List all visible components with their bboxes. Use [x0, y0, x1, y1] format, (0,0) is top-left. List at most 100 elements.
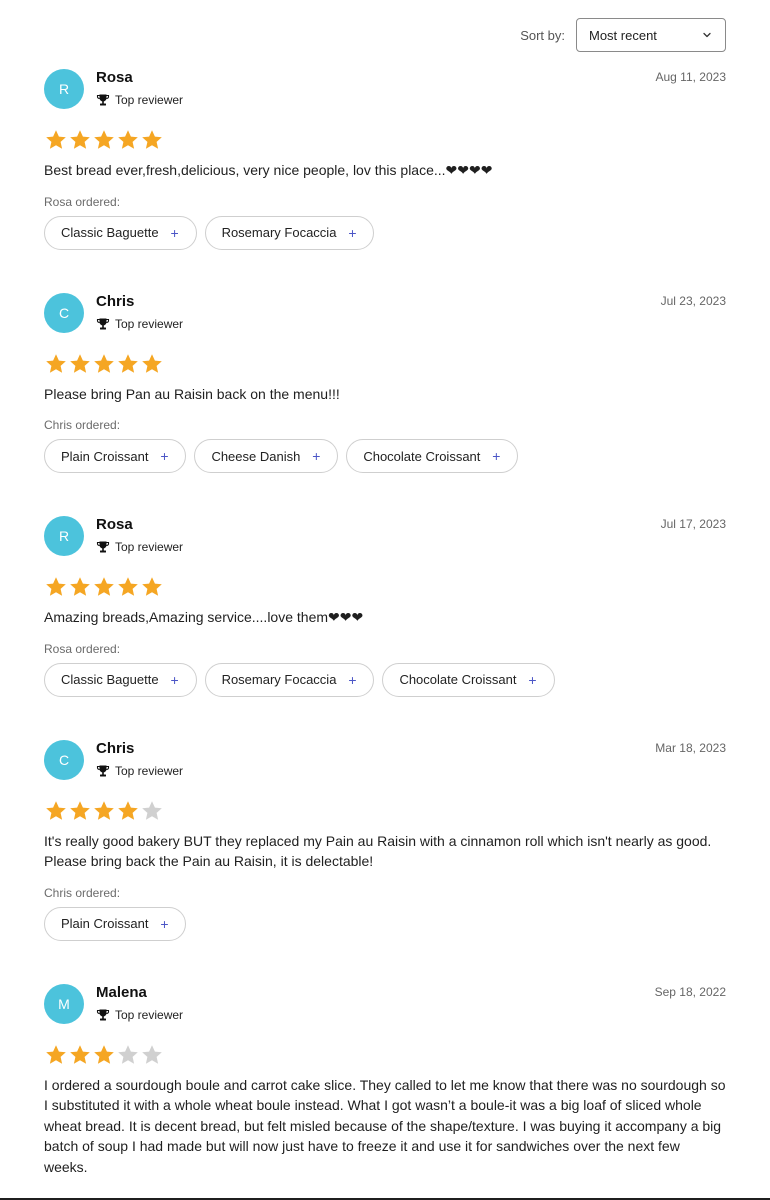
- review-text: Amazing breads,Amazing service....love t…: [44, 609, 364, 625]
- star-filled-icon: [118, 353, 138, 373]
- review-text: I ordered a sourdough boule and carrot c…: [44, 1076, 726, 1175]
- badge-label: Top reviewer: [115, 316, 184, 331]
- review-date: Sep 18, 2022: [654, 984, 726, 999]
- review-card: R Rosa Top reviewer Aug 11, 2023 Best bread …: [44, 60, 726, 250]
- review-header: R Rosa Top reviewer: [44, 507, 726, 569]
- ordered-label: Rosa ordered:: [44, 641, 121, 656]
- star-filled-icon: [94, 353, 114, 373]
- star-empty-icon: [142, 1044, 162, 1064]
- star-filled-icon: [70, 130, 90, 149]
- review-date: Aug 11, 2023: [655, 70, 726, 84]
- star-filled-icon: [142, 130, 162, 149]
- author-block: Chris Top reviewer: [96, 293, 183, 331]
- chevron-down-icon: [702, 30, 712, 40]
- item-name: Plain Croissant: [61, 448, 149, 464]
- ordered-item-chip[interactable]: Chocolate Croissant +: [346, 439, 519, 473]
- review-date: Jul 23, 2023: [660, 293, 726, 308]
- avatar: C: [44, 292, 84, 333]
- star-filled-icon: [94, 1044, 114, 1064]
- review-card: R Rosa Top reviewer Jul 17, 2023 Amazing bre…: [44, 507, 726, 697]
- review-header: C Chris Top reviewer: [44, 284, 726, 346]
- ordered-items: Classic Baguette + Rosemary Focaccia +: [44, 215, 726, 250]
- ordered-item-chip[interactable]: Rosemary Focaccia +: [204, 662, 375, 697]
- review-date: Mar 18, 2023: [655, 740, 726, 755]
- plus-icon: +: [492, 448, 501, 464]
- author-name: Chris: [96, 292, 135, 310]
- ordered-item-chip[interactable]: Classic Baguette +: [44, 215, 197, 250]
- top-reviewer-badge: Top reviewer: [96, 93, 183, 107]
- star-rating: [44, 573, 726, 601]
- review-card: M Malena Top reviewer Sep 18, 2022 I ordered…: [44, 975, 726, 1178]
- review-text: It's really good bakery BUT they replace…: [44, 832, 712, 870]
- star-filled-icon: [70, 800, 90, 820]
- star-rating: [44, 1041, 726, 1069]
- author-name: Rosa: [96, 69, 133, 86]
- star-empty-icon: [142, 800, 162, 820]
- star-filled-icon: [94, 130, 114, 149]
- ordered-item-chip[interactable]: Rosemary Focaccia +: [204, 215, 375, 250]
- star-filled-icon: [94, 577, 114, 596]
- sort-selected-value: Most recent: [589, 27, 657, 43]
- review-date: Jul 17, 2023: [660, 517, 726, 531]
- star-filled-icon: [46, 577, 66, 596]
- star-empty-icon: [118, 1044, 138, 1064]
- trophy-icon: [96, 317, 110, 331]
- star-rating: [44, 350, 726, 378]
- plus-icon: +: [170, 671, 179, 688]
- sort-dropdown[interactable]: Most recent: [576, 18, 726, 52]
- star-filled-icon: [46, 1044, 66, 1064]
- review-header: C Chris Top reviewer: [44, 731, 726, 793]
- ordered-label: Rosa ordered:: [44, 194, 121, 209]
- avatar: R: [44, 69, 84, 109]
- star-filled-icon: [70, 577, 90, 596]
- trophy-icon: [96, 540, 110, 554]
- ordered-item-chip[interactable]: Classic Baguette +: [44, 662, 197, 697]
- ordered-items: Plain Croissant + Cheese Danish + Chocolate …: [44, 439, 726, 473]
- review-card: C Chris Top reviewer Jul 23, 2023 Please bri…: [44, 284, 726, 473]
- badge-label: Top reviewer: [115, 1007, 184, 1022]
- author-block: Chris Top reviewer: [96, 740, 183, 778]
- review-text: Best bread ever,fresh,delicious, very ni…: [44, 162, 493, 178]
- top-reviewer-badge: Top reviewer: [96, 764, 183, 778]
- author-block: Rosa Top reviewer: [96, 516, 183, 554]
- ordered-item-chip[interactable]: Plain Croissant +: [44, 439, 187, 473]
- ordered-item-chip[interactable]: Chocolate Croissant +: [382, 662, 555, 697]
- star-rating: [44, 797, 726, 825]
- review-header: R Rosa Top reviewer: [44, 60, 726, 122]
- star-filled-icon: [94, 800, 114, 820]
- author-name: Malena: [96, 983, 147, 1001]
- star-filled-icon: [142, 577, 162, 596]
- star-filled-icon: [142, 353, 162, 373]
- author-block: Rosa Top reviewer: [96, 69, 183, 107]
- plus-icon: +: [170, 224, 179, 241]
- ordered-label: Chris ordered:: [44, 885, 121, 900]
- star-filled-icon: [118, 130, 138, 149]
- item-name: Chocolate Croissant: [399, 672, 517, 687]
- review-card: C Chris Top reviewer Mar 18, 2023 It's reall…: [44, 731, 726, 941]
- plus-icon: +: [528, 671, 537, 688]
- item-name: Classic Baguette: [61, 225, 159, 240]
- review-list: R Rosa Top reviewer Aug 11, 2023 Best bread …: [44, 60, 726, 1200]
- trophy-icon: [96, 93, 110, 107]
- top-reviewer-badge: Top reviewer: [96, 540, 183, 554]
- star-filled-icon: [46, 130, 66, 149]
- item-name: Rosemary Focaccia: [221, 225, 337, 240]
- plus-icon: +: [312, 448, 321, 464]
- item-name: Chocolate Croissant: [363, 448, 481, 464]
- star-filled-icon: [70, 1044, 90, 1064]
- star-filled-icon: [70, 353, 90, 373]
- item-name: Plain Croissant: [61, 916, 149, 931]
- sort-bar: Sort by: Most recent: [520, 18, 726, 52]
- avatar: R: [44, 516, 84, 556]
- plus-icon: +: [348, 671, 357, 688]
- top-reviewer-badge: Top reviewer: [96, 1008, 183, 1022]
- author-block: Malena Top reviewer: [96, 984, 183, 1022]
- star-rating: [44, 126, 726, 154]
- plus-icon: +: [348, 224, 357, 241]
- avatar: M: [44, 983, 84, 1024]
- item-name: Rosemary Focaccia: [221, 672, 337, 687]
- ordered-item-chip[interactable]: Plain Croissant +: [44, 906, 187, 941]
- item-name: Classic Baguette: [61, 672, 159, 687]
- item-name: Cheese Danish: [211, 448, 301, 464]
- ordered-item-chip[interactable]: Cheese Danish +: [194, 439, 339, 473]
